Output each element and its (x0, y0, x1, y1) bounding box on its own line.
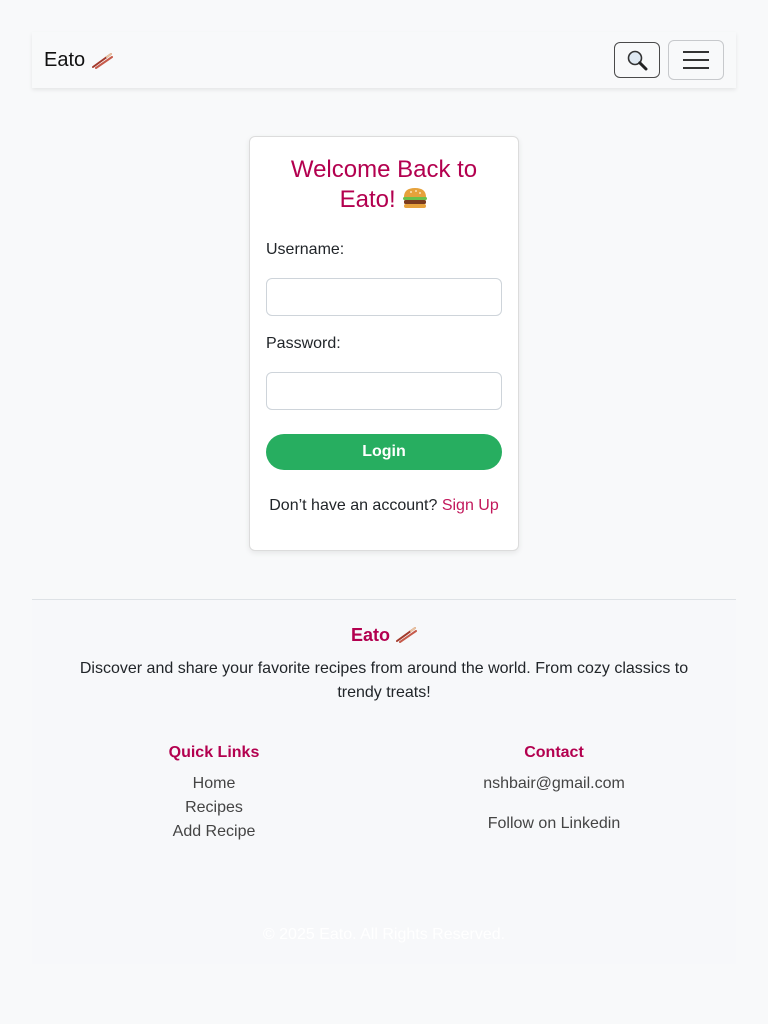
login-title: Welcome Back to Eato! (266, 155, 502, 215)
contact-email-link[interactable]: nshbair@gmail.com (404, 772, 704, 796)
contact-title: Contact (524, 744, 584, 761)
navbar: Eato (32, 32, 736, 88)
footer-description: Discover and share your favorite recipes… (79, 660, 689, 701)
linkedin-link[interactable]: Follow on Linkedin (404, 812, 704, 836)
signup-prompt-text: Don’t have an account? (269, 497, 438, 514)
username-label: Username: (266, 241, 345, 258)
contact-section: Contact nshbair@gmail.com Follow on Link… (404, 744, 704, 836)
signup-link[interactable]: Sign Up (442, 497, 499, 514)
login-card: Welcome Back to Eato! Username: Password… (249, 136, 519, 551)
footer: Eato Discover and share your favorite re… (32, 599, 736, 964)
footer-brand: Eato (32, 625, 736, 646)
footer-link-add-recipe[interactable]: Add Recipe (64, 820, 364, 844)
menu-toggle-button[interactable] (668, 40, 724, 80)
login-button[interactable]: Login (266, 434, 502, 470)
burger-icon (403, 188, 428, 208)
username-input[interactable] (266, 278, 502, 316)
chopsticks-icon (396, 627, 418, 643)
password-input[interactable] (266, 372, 502, 410)
footer-link-recipes[interactable]: Recipes (64, 796, 364, 820)
password-label: Password: (266, 335, 341, 352)
quick-links-title: Quick Links (168, 744, 260, 761)
copyright: © 2025 Eato. All Rights Reserved. (262, 926, 506, 943)
brand-text: Eato (44, 49, 86, 71)
hamburger-menu-icon (683, 51, 709, 69)
chopsticks-icon (92, 53, 114, 69)
search-button[interactable] (614, 42, 660, 78)
signup-prompt: Don’t have an account? Sign Up (250, 497, 518, 515)
brand-link[interactable]: Eato (44, 48, 114, 72)
quick-links-section: Quick Links Home Recipes Add Recipe (64, 744, 364, 844)
footer-link-home[interactable]: Home (64, 772, 364, 796)
magnifier-icon (627, 50, 648, 71)
footer-brand-text: Eato (350, 625, 390, 645)
login-title-text: Welcome Back to Eato! (290, 156, 478, 213)
